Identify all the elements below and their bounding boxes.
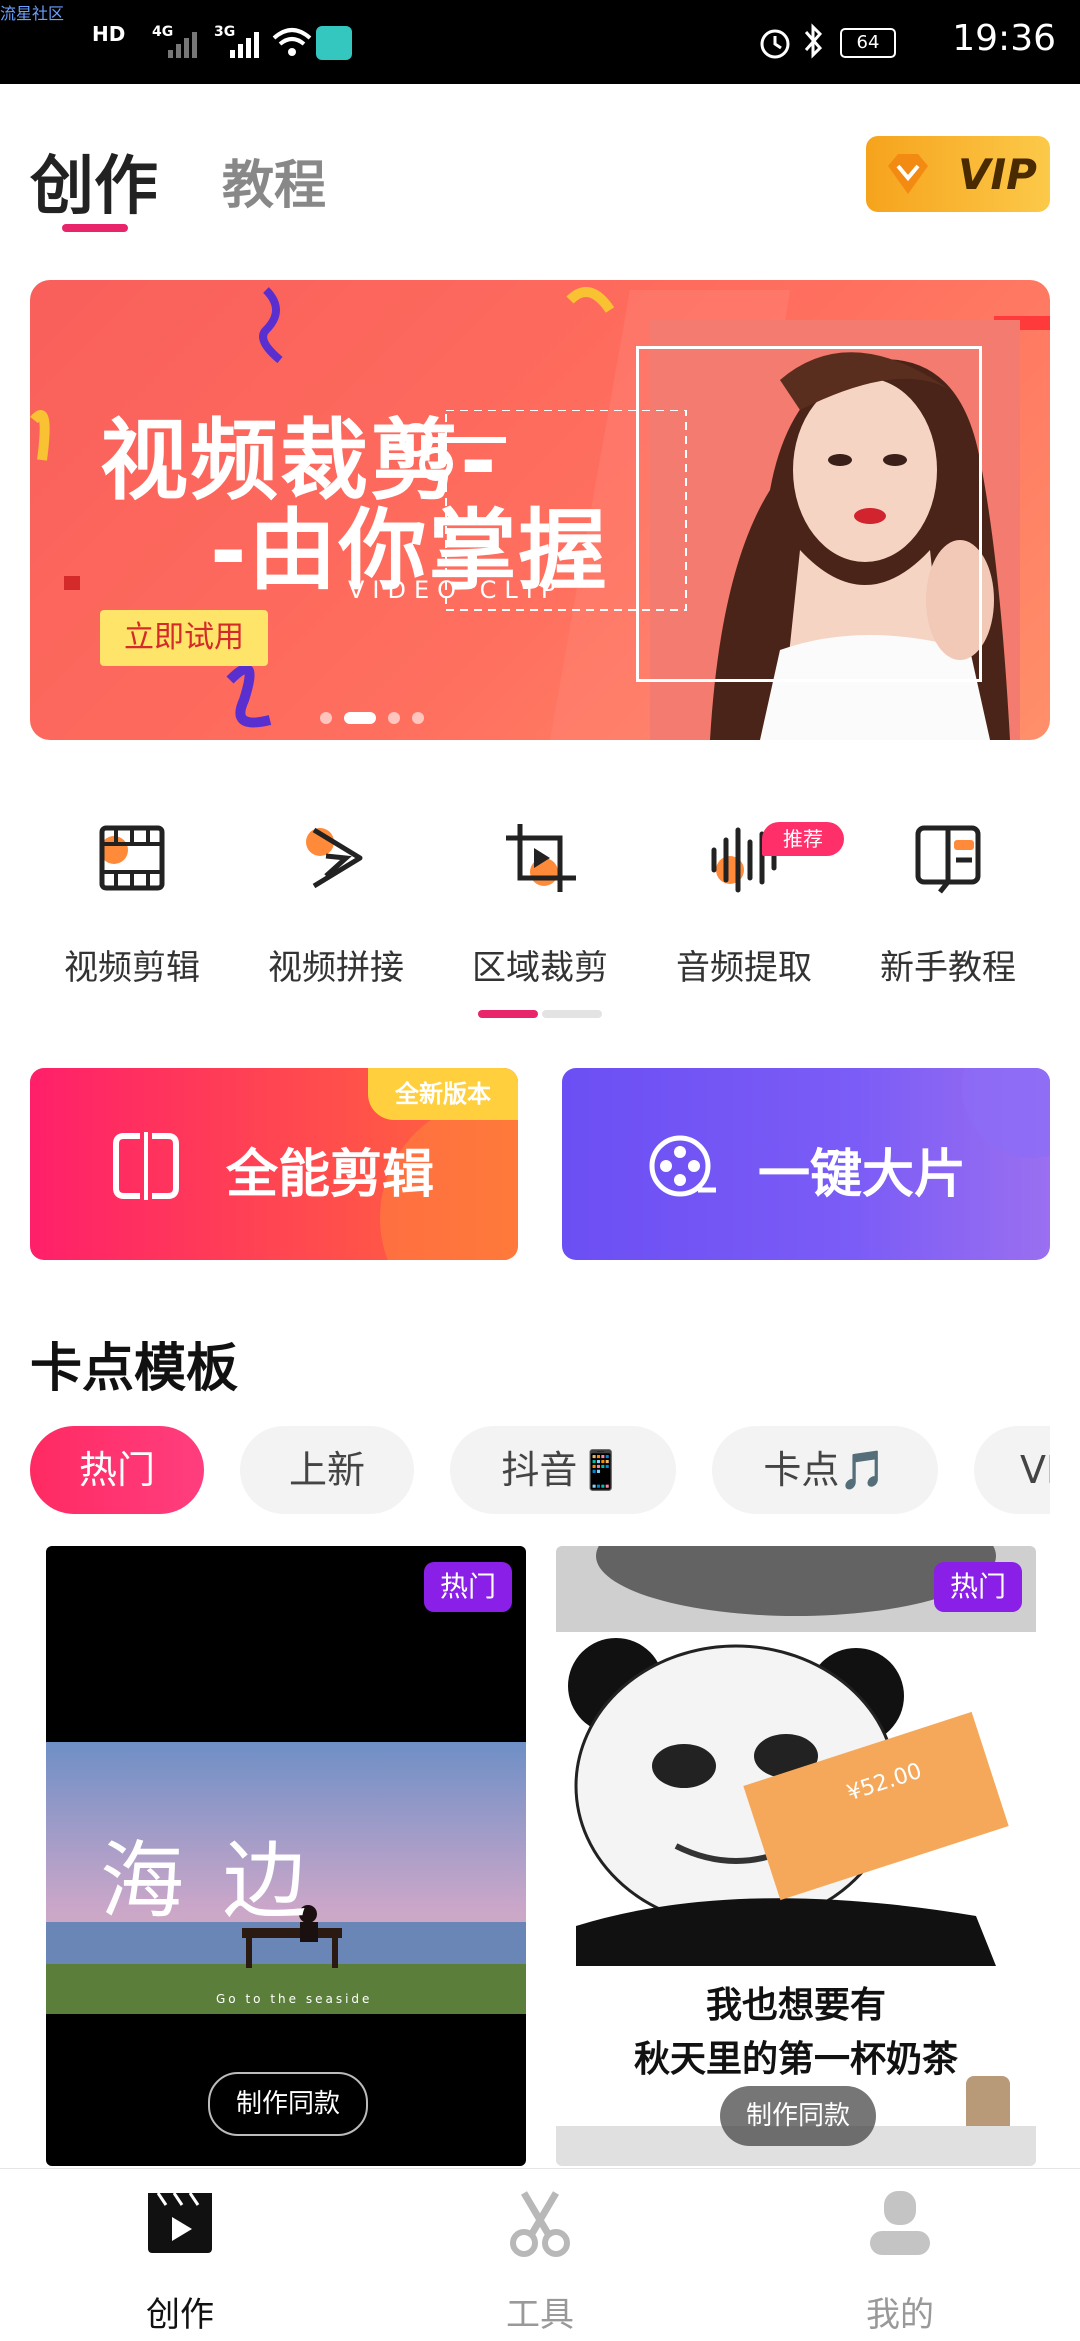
template-card-milk-tea[interactable]: ¥52.00 我也想要有 秋天里的第一杯奶茶 热门 制作同款 <box>556 1546 1036 2166</box>
crop-icon <box>506 824 576 892</box>
banner-pagination <box>320 712 424 724</box>
play-join-icon <box>306 827 363 889</box>
pagination-dot <box>320 712 332 724</box>
user-icon <box>870 2191 930 2255</box>
scissors-icon <box>510 2191 570 2257</box>
try-now-button[interactable]: 立即试用 <box>100 610 268 666</box>
one-click-movie-card[interactable]: 一键大片 <box>562 1068 1050 1260</box>
pagination-dot-active <box>344 712 376 724</box>
chip-new[interactable]: 上新 <box>240 1426 414 1514</box>
nav-mine[interactable]: 我的 <box>720 2169 1080 2341</box>
vip-label: VIP <box>958 150 1037 199</box>
signal-2-icon <box>230 32 259 58</box>
status-bar: 流星社区 HD 4G 3G 64 19:36 <box>0 0 1080 84</box>
scissors-icon-banner <box>399 423 506 481</box>
book-icon <box>915 825 981 894</box>
nav-label: 创作 <box>146 2295 214 2335</box>
seaside-overlay-subtitle: Go to the seaside <box>216 1992 373 2006</box>
section-title: 卡点模板 <box>30 1339 239 1399</box>
tool-label: 新手教程 <box>880 948 1016 988</box>
tool-tutorial[interactable]: 新手教程 <box>848 820 1048 990</box>
bottom-navigation: 创作 工具 我的 <box>0 2168 1080 2341</box>
tool-video-edit[interactable]: 视频剪辑 <box>32 820 232 990</box>
active-tab-indicator <box>62 224 128 232</box>
all-in-one-edit-card[interactable]: 全能剪辑 全新版本 <box>30 1068 518 1260</box>
tool-label: 区域裁剪 <box>472 948 608 988</box>
chip-vlog[interactable]: VI <box>974 1426 1050 1514</box>
clock: 19:36 <box>952 18 1056 59</box>
seaside-overlay-title: 海 边 <box>100 1832 313 1930</box>
promo-label: 全能剪辑 <box>226 1145 435 1205</box>
split-clip-icon <box>113 1132 179 1200</box>
battery-indicator: 64 <box>840 28 896 58</box>
hd-indicator: HD <box>92 22 126 46</box>
nav-create[interactable]: 创作 <box>0 2169 360 2341</box>
make-same-button[interactable]: 制作同款 <box>208 2072 368 2136</box>
tools-page-indicator-active <box>478 1010 538 1018</box>
nav-label: 工具 <box>506 2295 574 2335</box>
template-card-seaside[interactable]: 海 边 Go to the seaside 热门 制作同款 <box>46 1546 526 2166</box>
diamond-icon <box>888 154 928 194</box>
clapper-play-icon <box>148 2192 212 2253</box>
tab-tutorial[interactable]: 教程 <box>222 143 326 218</box>
promo-label: 一键大片 <box>758 1145 967 1205</box>
chip-douyin[interactable]: 抖音📱 <box>450 1426 676 1514</box>
nav-tools[interactable]: 工具 <box>360 2169 720 2341</box>
chip-hot[interactable]: 热门 <box>30 1426 204 1514</box>
film-strip-icon <box>99 825 165 891</box>
tool-label: 音频提取 <box>676 948 812 988</box>
hot-badge: 热门 <box>424 1562 512 1612</box>
alarm-icon <box>760 29 790 59</box>
tab-create[interactable]: 创作 <box>30 135 158 227</box>
tool-label: 视频拼接 <box>268 948 404 988</box>
film-reel-icon <box>649 1135 716 1197</box>
signal-icon <box>168 32 197 58</box>
tools-page-indicator <box>542 1010 602 1018</box>
nav-label: 我的 <box>866 2295 934 2335</box>
caption-line1: 我也想要有 <box>705 1985 886 2026</box>
app-notification-icon <box>316 26 352 60</box>
pagination-dot <box>388 712 400 724</box>
chip-beat[interactable]: 卡点🎵 <box>712 1426 938 1514</box>
pagination-dot <box>412 712 424 724</box>
tool-video-join[interactable]: 视频拼接 <box>236 820 436 990</box>
recommend-badge: 推荐 <box>762 822 844 856</box>
bluetooth-icon <box>804 23 823 59</box>
promo-banner[interactable]: 视频裁剪- -由你掌握 VIDEO CLIP 立即试用 <box>30 280 1050 740</box>
hot-badge: 热门 <box>934 1562 1022 1612</box>
caption-line2: 秋天里的第一杯奶茶 <box>633 2039 958 2080</box>
tool-label: 视频剪辑 <box>64 948 200 988</box>
wifi-icon <box>272 28 312 56</box>
tool-region-crop[interactable]: 区域裁剪 <box>440 820 640 990</box>
watermark-text: 流星社区 <box>0 4 65 23</box>
vip-button[interactable]: VIP <box>866 136 1050 212</box>
make-same-button[interactable]: 制作同款 <box>720 2086 876 2146</box>
new-version-tag: 全新版本 <box>368 1068 518 1120</box>
